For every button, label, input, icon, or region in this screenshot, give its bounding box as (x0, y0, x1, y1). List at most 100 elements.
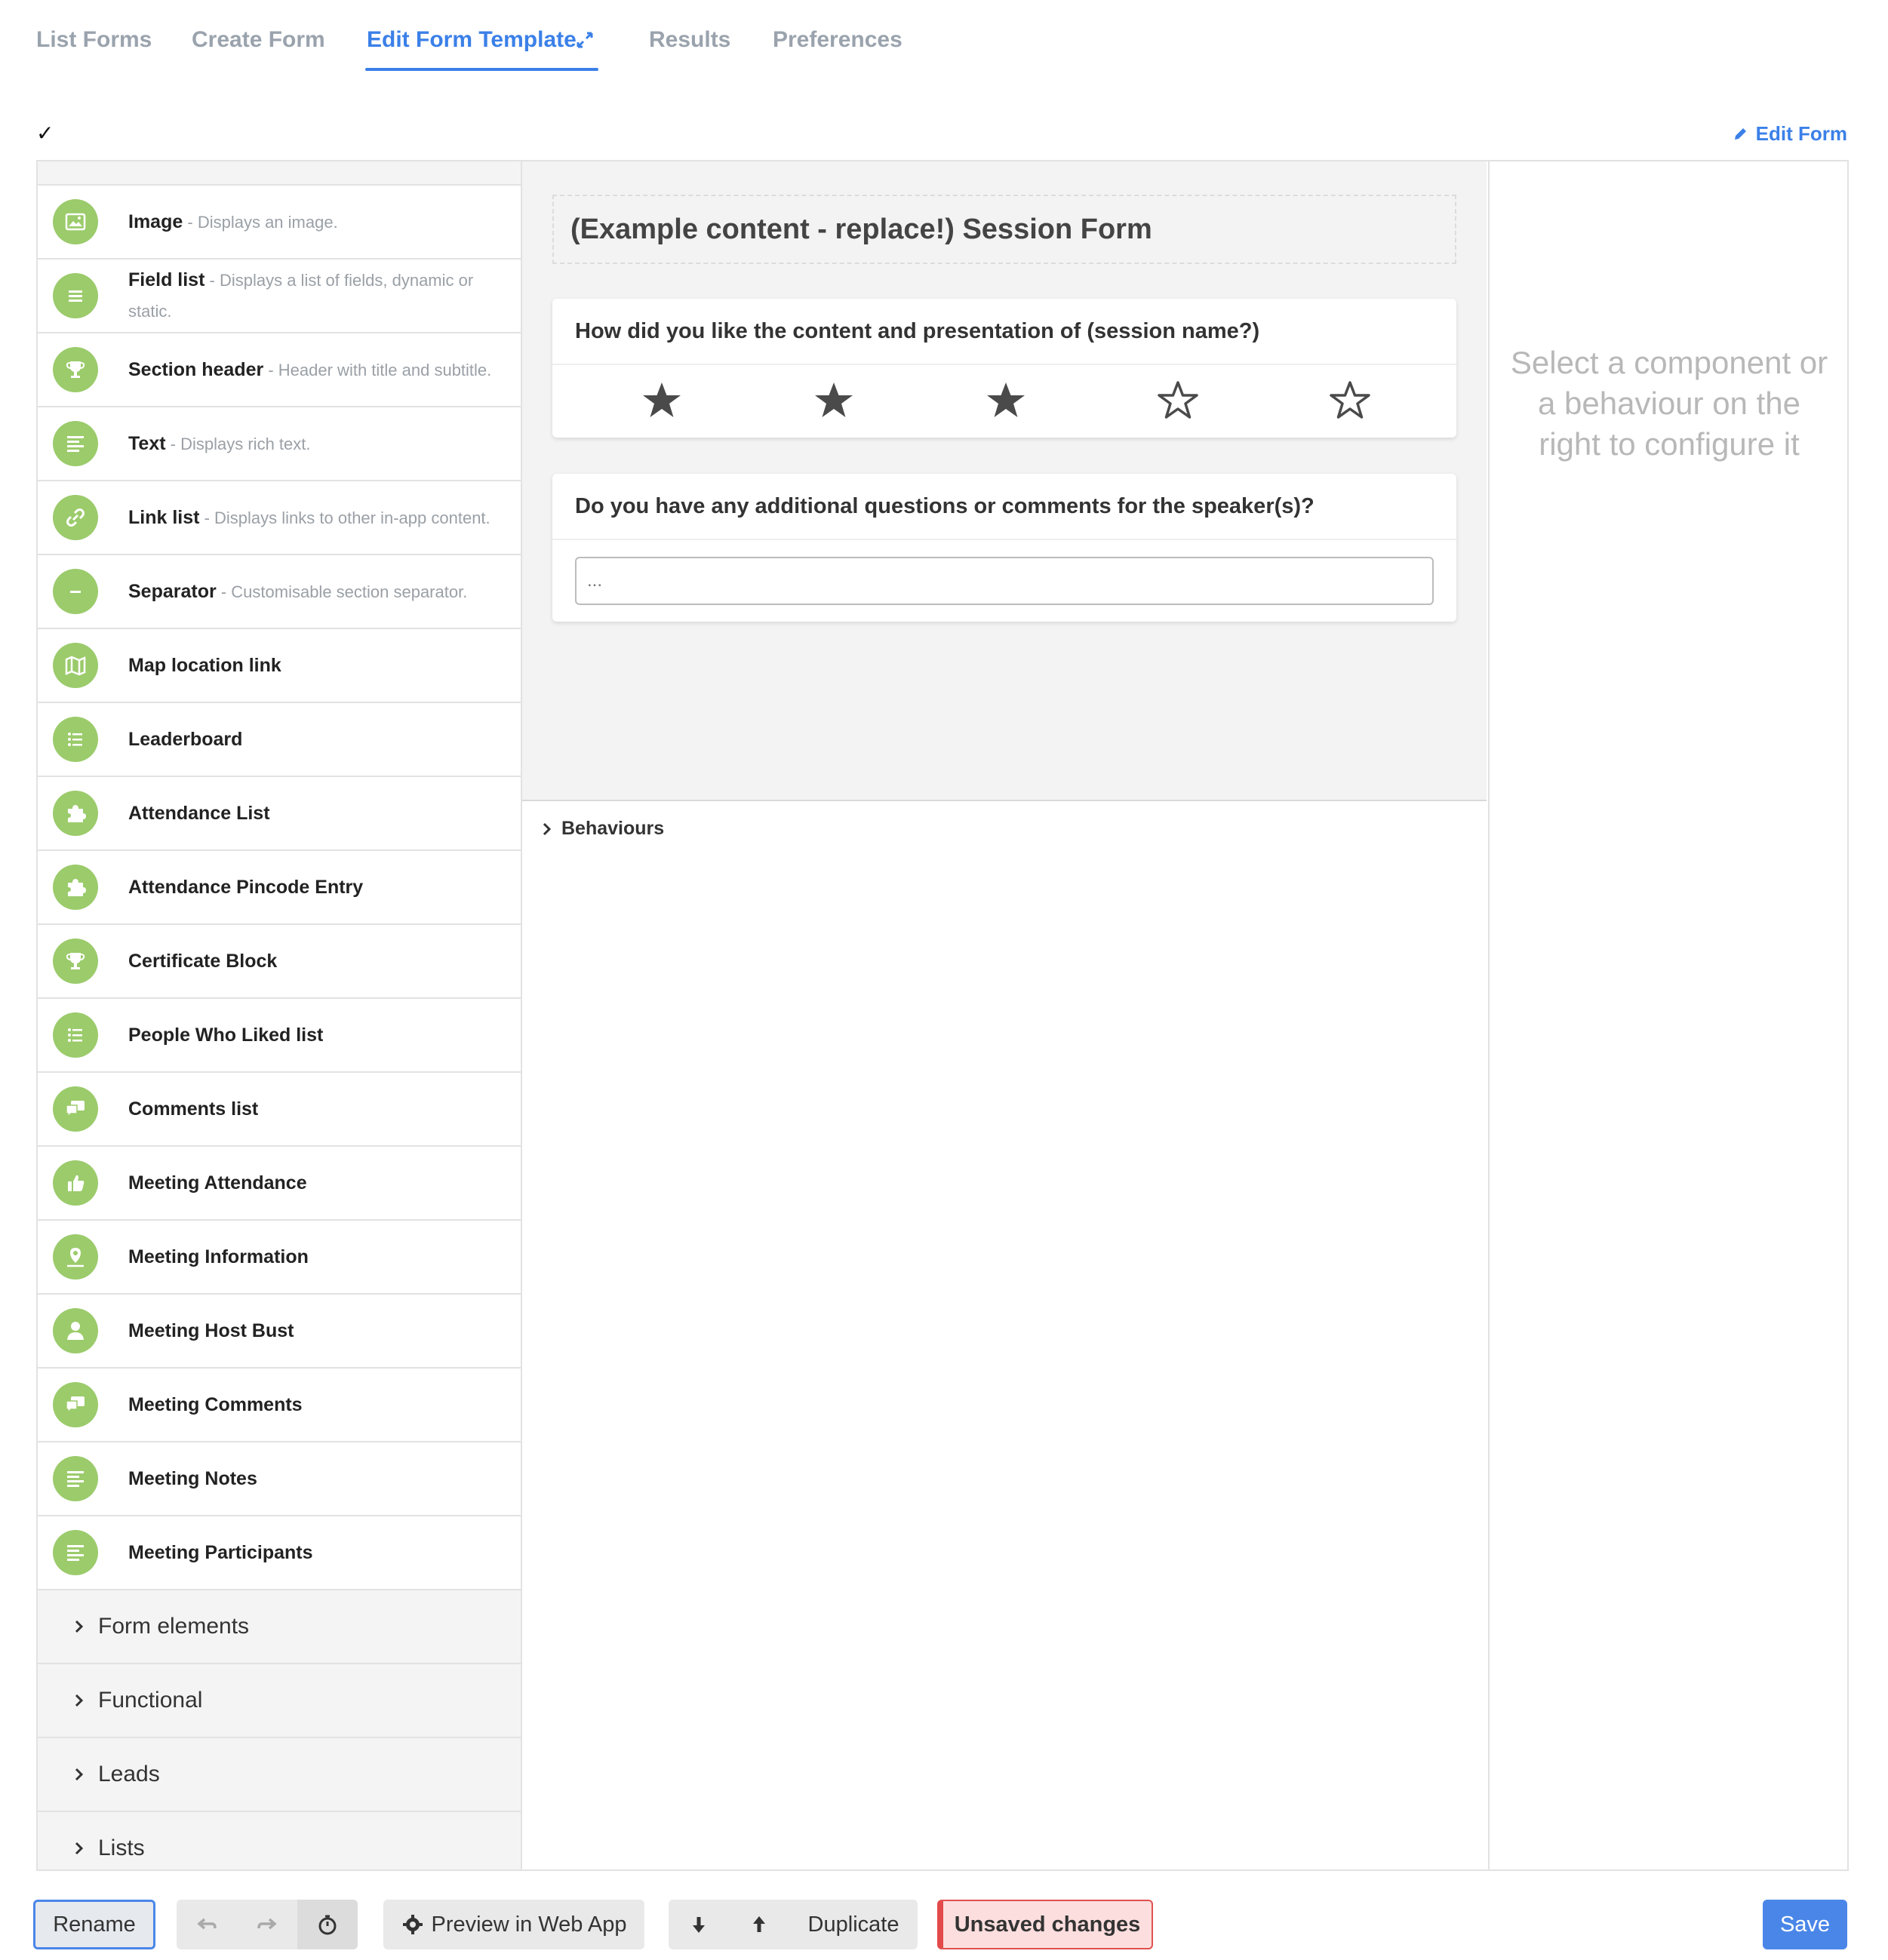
star-filled-icon[interactable] (641, 380, 683, 422)
comment-input[interactable] (575, 557, 1434, 605)
component-item-people-who-liked-list[interactable]: People Who Liked list (38, 999, 521, 1073)
component-title: Section header (128, 358, 264, 380)
chevron-right-icon (75, 1694, 84, 1707)
history-button[interactable] (297, 1900, 358, 1949)
category-label: Form elements (98, 1614, 250, 1639)
component-text: Certificate Block (128, 946, 506, 977)
component-title: Certificate Block (128, 950, 278, 972)
category-label: Functional (98, 1688, 203, 1713)
component-text: Field list - Displays a list of fields, … (128, 265, 506, 327)
category-label: Leads (98, 1762, 160, 1786)
redo-icon (257, 1918, 277, 1930)
tab-results[interactable]: Results (649, 27, 730, 53)
behaviours-label: Behaviours (561, 818, 665, 839)
component-item-meeting-participants[interactable]: Meeting Participants (38, 1516, 521, 1590)
component-item-link-list[interactable]: Link list - Displays links to other in-a… (38, 481, 521, 555)
component-text: Meeting Attendance (128, 1168, 506, 1199)
component-text: Attendance List (128, 798, 506, 829)
tab-create-form[interactable]: Create Form (192, 27, 325, 53)
redo-button[interactable] (237, 1900, 297, 1949)
undo-button[interactable] (177, 1900, 237, 1949)
component-text: Meeting Information (128, 1242, 506, 1273)
rating-question-card[interactable]: How did you like the content and present… (552, 299, 1456, 438)
arrow-up-icon (753, 1916, 765, 1932)
component-item-separator[interactable]: Separator - Customisable section separat… (38, 555, 521, 629)
component-text: Separator - Customisable section separat… (128, 576, 506, 607)
arrow-down-icon (693, 1917, 705, 1933)
component-title: Field list (128, 269, 205, 290)
category-label: Lists (98, 1836, 145, 1860)
top-tabs: List Forms Create Form Edit Form Templat… (0, 0, 1888, 75)
component-title: Meeting Attendance (128, 1172, 307, 1194)
star-empty-icon[interactable] (1157, 380, 1199, 422)
duplicate-button[interactable]: Duplicate (789, 1900, 918, 1949)
component-item-attendance-pincode-entry[interactable]: Attendance Pincode Entry (38, 851, 521, 925)
component-description: - Displays links to other in-app content… (199, 508, 490, 527)
save-button[interactable]: Save (1763, 1900, 1847, 1949)
link-icon (53, 495, 98, 540)
chevron-right-icon (543, 822, 552, 835)
preview-button[interactable]: Preview in Web App (383, 1900, 644, 1949)
tab-edit-form-template[interactable]: Edit Form Template (367, 27, 577, 53)
component-item-section-header[interactable]: Section header - Header with title and s… (38, 333, 521, 407)
move-down-button[interactable] (669, 1900, 729, 1949)
puzzle-icon (53, 791, 98, 836)
component-item-comments-list[interactable]: Comments list (38, 1073, 521, 1147)
category-form-elements[interactable]: Form elements (38, 1590, 521, 1664)
star-filled-icon[interactable] (813, 380, 855, 422)
comment-question-label: Do you have any additional questions or … (552, 474, 1456, 540)
component-text: Meeting Notes (128, 1464, 506, 1495)
bullet-list-icon (53, 717, 98, 762)
component-item-meeting-host-bust[interactable]: Meeting Host Bust (38, 1295, 521, 1369)
behaviours-toggle[interactable]: Behaviours (542, 818, 664, 840)
component-item-meeting-attendance[interactable]: Meeting Attendance (38, 1147, 521, 1221)
star-rating[interactable] (552, 365, 1456, 438)
component-item-meeting-notes[interactable]: Meeting Notes (38, 1442, 521, 1516)
category-functional[interactable]: Functional (38, 1664, 521, 1738)
gear-icon (402, 1915, 423, 1934)
component-text: Meeting Host Bust (128, 1316, 506, 1347)
component-item-meeting-comments[interactable]: Meeting Comments (38, 1369, 521, 1442)
component-item-image[interactable]: Image - Displays an image. (38, 186, 521, 260)
comment-question-card[interactable]: Do you have any additional questions or … (552, 474, 1456, 622)
order-button-group: Duplicate (669, 1900, 918, 1949)
category-leads[interactable]: Leads (38, 1738, 521, 1812)
comments-icon (53, 1086, 98, 1132)
component-title: Attendance Pincode Entry (128, 876, 364, 898)
map-icon (53, 643, 98, 688)
image-icon (53, 199, 98, 244)
component-text: Attendance Pincode Entry (128, 872, 506, 903)
map-pin-icon (53, 1234, 98, 1280)
tab-preferences[interactable]: Preferences (773, 27, 902, 53)
editor-frame: Image - Displays an image. Field list - D… (36, 160, 1849, 1871)
component-item-attendance-list[interactable]: Attendance List (38, 777, 521, 851)
component-item-certificate-block[interactable]: Certificate Block (38, 925, 521, 999)
component-text: Meeting Participants (128, 1538, 506, 1568)
star-filled-icon[interactable] (985, 380, 1027, 422)
component-description: - Displays an image. (183, 212, 338, 232)
star-empty-icon[interactable] (1329, 380, 1371, 422)
component-title: Meeting Host Bust (128, 1319, 294, 1341)
edit-form-link[interactable]: Edit Form (1732, 122, 1847, 146)
form-title[interactable]: (Example content - replace!) Session For… (552, 195, 1456, 264)
list-lines-icon (53, 273, 98, 318)
component-item-meeting-information[interactable]: Meeting Information (38, 1221, 521, 1295)
component-title: Link list (128, 506, 200, 528)
component-title: Comments list (128, 1098, 259, 1120)
active-tab-indicator (365, 68, 598, 71)
component-title: Separator (128, 580, 217, 602)
component-text: Meeting Comments (128, 1390, 506, 1421)
component-item-map-location-link[interactable]: Map location link (38, 629, 521, 703)
rename-button[interactable]: Rename (33, 1900, 155, 1949)
component-text: People Who Liked list (128, 1020, 506, 1051)
expand-icon[interactable] (573, 29, 596, 51)
category-list: Form elements Functional Leads Lists (38, 1590, 521, 1869)
component-item-leaderboard[interactable]: Leaderboard (38, 703, 521, 777)
category-lists[interactable]: Lists (38, 1812, 521, 1869)
move-up-button[interactable] (729, 1900, 789, 1949)
component-description: - Header with title and subtitle. (263, 360, 492, 379)
tab-list-forms[interactable]: List Forms (36, 27, 152, 53)
component-item-text[interactable]: Text - Displays rich text. (38, 407, 521, 481)
component-item-field-list[interactable]: Field list - Displays a list of fields, … (38, 260, 521, 333)
component-title: Map location link (128, 654, 281, 676)
